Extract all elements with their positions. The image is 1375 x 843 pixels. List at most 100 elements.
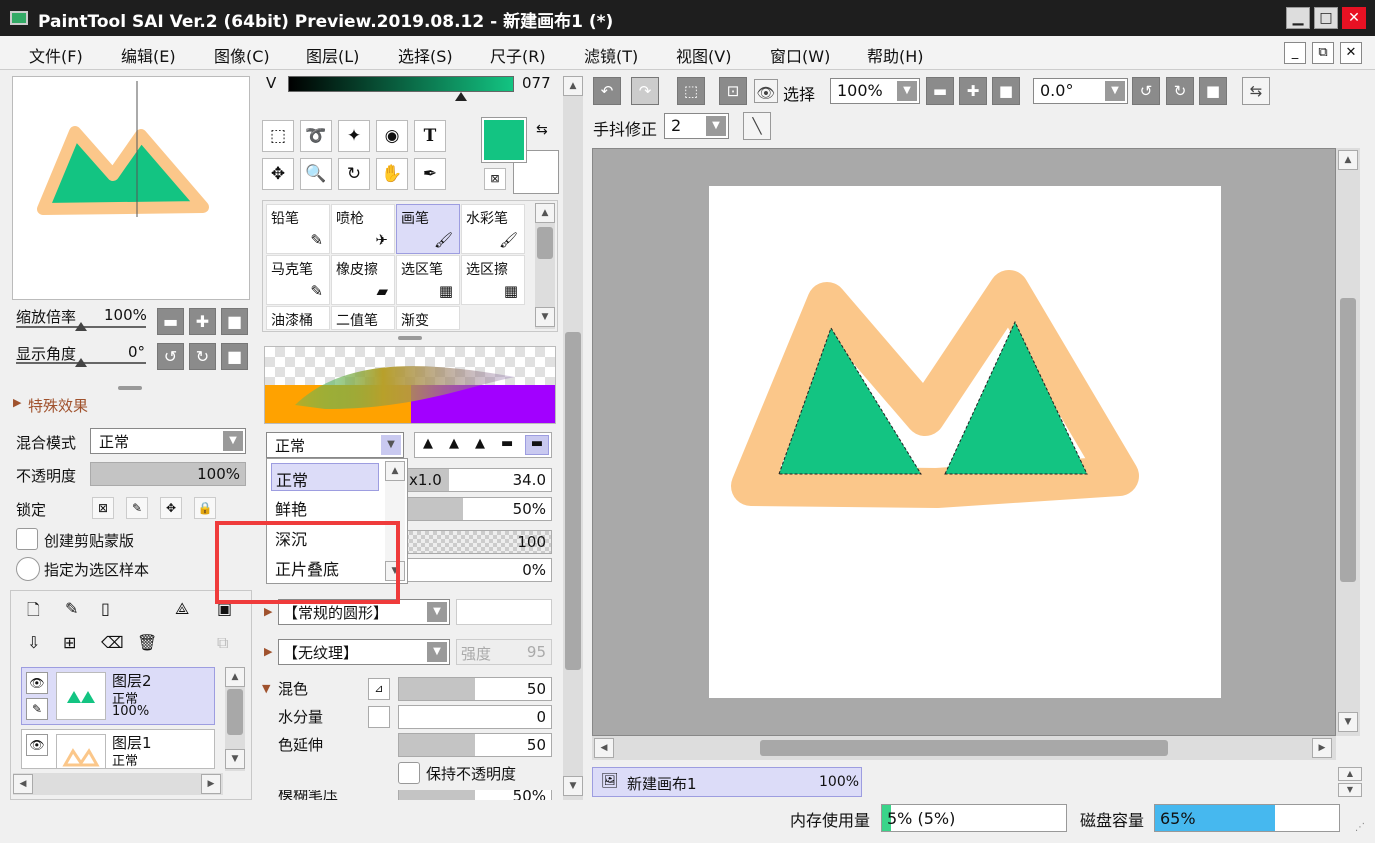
layer-list-scrollbar[interactable]: ▲ ▼: [225, 667, 245, 771]
canvas-rotate-left-button[interactable]: ↺: [1132, 77, 1160, 105]
rotate-left-button[interactable]: ↺: [157, 343, 184, 370]
trash-icon[interactable]: 🗑: [137, 633, 157, 652]
canvas-angle-select[interactable]: 0.0° ▼: [1033, 78, 1128, 104]
layer-scroll-up[interactable]: ▲: [225, 667, 245, 687]
show-selection-eye-icon[interactable]: 👁: [754, 79, 778, 103]
layer-hscrollbar[interactable]: ◀ ▶: [13, 773, 223, 795]
zoom-slider-handle[interactable]: [75, 322, 87, 331]
brush-texture-select[interactable]: 【无纹理】 ▼: [278, 639, 450, 665]
redo-button[interactable]: ↷: [631, 77, 659, 105]
menu-file[interactable]: 文件(F): [29, 43, 83, 67]
magic-wand-tool[interactable]: ✦: [338, 120, 370, 152]
text-tool[interactable]: T: [414, 120, 446, 152]
invert-select-button[interactable]: ⊡: [719, 77, 747, 105]
min-size-slider[interactable]: 50%: [404, 497, 552, 521]
tip-hard-icon[interactable]: ▲: [475, 436, 485, 451]
blend-option-normal[interactable]: 正常: [271, 463, 379, 491]
brush-pencil[interactable]: 铅笔 ✎: [266, 204, 330, 254]
canvas-viewport[interactable]: [592, 148, 1336, 736]
brush-brush[interactable]: 画笔 🖌: [396, 204, 460, 254]
opacity-slider[interactable]: 100%: [90, 462, 246, 486]
tool-scroll-down[interactable]: ▼: [563, 776, 583, 796]
canvas-tab[interactable]: 🖼 新建画布1 100%: [592, 767, 862, 797]
texture-expand-icon[interactable]: ▶: [264, 645, 272, 658]
density-slider[interactable]: 100: [404, 530, 552, 554]
brush-binary[interactable]: 二值笔: [331, 306, 395, 330]
blend-option-vivid[interactable]: 鲜艳: [271, 493, 379, 521]
hand-tool[interactable]: ✋: [376, 158, 408, 190]
menu-view[interactable]: 视图(V): [676, 43, 731, 67]
minimize-button[interactable]: ▁: [1286, 7, 1310, 29]
transfer-icon[interactable]: ⟁: [175, 599, 189, 619]
shape-expand-icon[interactable]: ▶: [264, 605, 272, 618]
canvas-zoom-in-button[interactable]: ✚: [959, 77, 987, 105]
mix-collapse-icon[interactable]: ▼: [262, 682, 270, 695]
canvas-vscroll-thumb[interactable]: [1340, 298, 1356, 582]
brush-select-eraser[interactable]: 选区擦 ▦: [461, 255, 525, 305]
canvas-scroll-left[interactable]: ◀: [594, 738, 614, 758]
canvas-scroll-down[interactable]: ▼: [1338, 712, 1358, 732]
brush-marker[interactable]: 马克笔 ✎: [266, 255, 330, 305]
zoom-out-button[interactable]: ▬: [157, 308, 184, 335]
rotate-right-button[interactable]: ↻: [189, 343, 216, 370]
menu-help[interactable]: 帮助(H): [867, 43, 924, 67]
new-layer-icon[interactable]: 🗋: [27, 599, 40, 626]
new-vector-layer-icon[interactable]: ✎: [65, 599, 78, 618]
tip-harder-icon[interactable]: ▬: [501, 436, 513, 451]
clip-mask-checkbox[interactable]: [16, 528, 38, 550]
layer-scroll-right[interactable]: ▶: [201, 774, 221, 794]
brush-gradient[interactable]: 渐变: [396, 306, 460, 330]
add-layer-icon[interactable]: ⊞: [63, 633, 76, 652]
brush-shape-strength[interactable]: [456, 599, 552, 625]
canvas-hscrollbar[interactable]: ◀ ▶: [592, 736, 1336, 760]
mdi-close-button[interactable]: ✕: [1340, 42, 1362, 64]
brush-scrollbar[interactable]: ▲ ▼: [535, 203, 555, 329]
primary-color-swatch[interactable]: [481, 117, 527, 163]
transparent-color-icon[interactable]: ⊠: [484, 168, 506, 190]
layer-scroll-left[interactable]: ◀: [13, 774, 33, 794]
tab-scroll-up[interactable]: ▲: [1338, 767, 1362, 781]
menu-layer[interactable]: 图层(L): [306, 43, 359, 67]
tip-medium-icon[interactable]: ▲: [449, 436, 459, 451]
layer-item-2[interactable]: 👁 ✎ 图层2 正常 100%: [21, 667, 215, 725]
layer-scroll-down[interactable]: ▼: [225, 749, 245, 769]
brush-select-pen[interactable]: 选区笔 ▦: [396, 255, 460, 305]
brush-bucket[interactable]: 油漆桶: [266, 306, 330, 330]
layer-item-1[interactable]: 👁 图层1 正常: [21, 729, 215, 769]
zoom-in-button[interactable]: ✚: [189, 308, 216, 335]
panel-splitter[interactable]: [118, 386, 142, 390]
menu-window[interactable]: 窗口(W): [770, 43, 830, 67]
extra-slider[interactable]: 0%: [404, 558, 552, 582]
new-folder-icon[interactable]: ▯: [101, 599, 110, 618]
canvas-rotate-reset-button[interactable]: ■: [1199, 77, 1227, 105]
keep-opacity-checkbox[interactable]: [398, 762, 420, 784]
stabilizer-select[interactable]: 2 ▼: [664, 113, 729, 139]
water-icon[interactable]: [368, 706, 390, 728]
brush-mode-select[interactable]: 正常 ▼: [266, 432, 404, 458]
effects-label[interactable]: 特殊效果: [28, 395, 88, 416]
brush-size-slider[interactable]: x1.0 34.0: [404, 468, 552, 492]
brush-scroll-down[interactable]: ▼: [535, 307, 555, 327]
maximize-button[interactable]: □: [1314, 7, 1338, 29]
deselect-button[interactable]: ⬚: [677, 77, 705, 105]
lock-move-button[interactable]: ✥: [160, 497, 182, 519]
tab-scroll-down[interactable]: ▼: [1338, 783, 1362, 797]
blur-slider[interactable]: 50%: [398, 790, 552, 800]
tip-square-icon[interactable]: ▬: [525, 435, 549, 455]
blend-mode-select[interactable]: 正常 ▼: [90, 428, 246, 454]
lock-all-button[interactable]: 🔒: [194, 497, 216, 519]
swap-colors-icon[interactable]: ⇆: [536, 122, 548, 138]
zoom-tool[interactable]: 🔍: [300, 158, 332, 190]
panel-splitter-2[interactable]: [398, 336, 422, 340]
canvas-zoom-out-button[interactable]: ▬: [926, 77, 954, 105]
canvas-rotate-right-button[interactable]: ↻: [1166, 77, 1194, 105]
lock-transparency-button[interactable]: ⊠: [92, 497, 114, 519]
value-slider-handle[interactable]: [455, 92, 467, 101]
menu-edit[interactable]: 编辑(E): [121, 43, 176, 67]
resize-grip-icon[interactable]: ⋰: [1355, 822, 1365, 833]
pencil-icon[interactable]: ✎: [26, 698, 48, 720]
brush-scroll-up[interactable]: ▲: [535, 203, 555, 223]
menu-ruler[interactable]: 尺子(R): [490, 43, 546, 67]
effects-expand-icon[interactable]: ▶: [13, 396, 21, 409]
angle-slider-handle[interactable]: [75, 358, 87, 367]
